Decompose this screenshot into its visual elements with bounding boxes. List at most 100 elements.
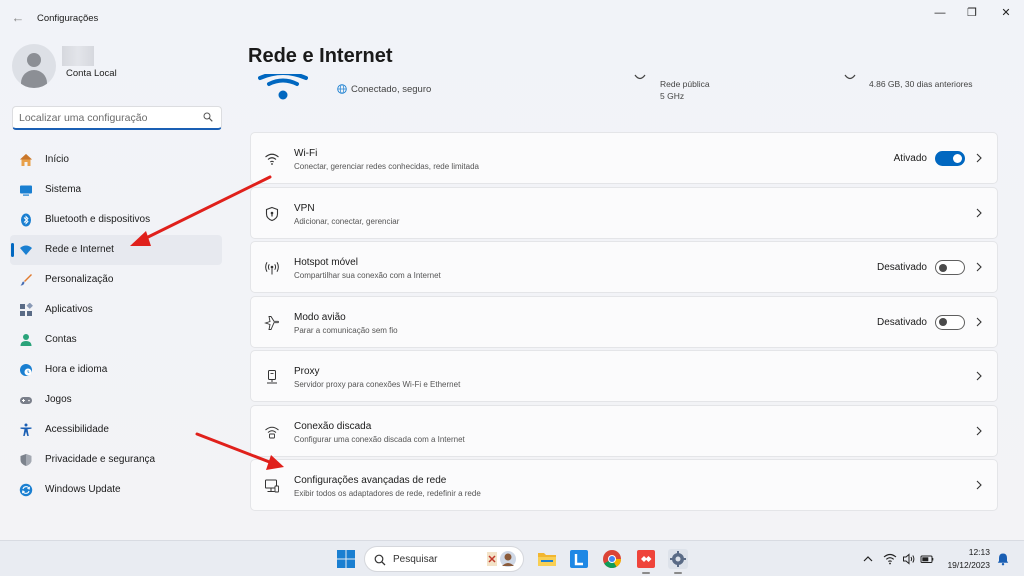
account-name-blurred bbox=[62, 46, 94, 66]
sidebar-item-personalizacao[interactable]: Personalização bbox=[10, 265, 222, 295]
sidebar-item-sistema[interactable]: Sistema bbox=[10, 175, 222, 205]
notification-bell-icon[interactable] bbox=[996, 552, 1010, 566]
gamepad-icon bbox=[20, 397, 32, 404]
sidebar-item-label: Rede e Internet bbox=[45, 244, 114, 255]
taskbar-search[interactable]: Pesquisar bbox=[364, 546, 524, 572]
sidebar-item-inicio[interactable]: Início bbox=[10, 145, 222, 175]
card-proxy[interactable]: Proxy Servidor proxy para conexões Wi-Fi… bbox=[250, 350, 998, 402]
proxy-icon bbox=[267, 370, 277, 384]
active-app-indicator bbox=[642, 572, 650, 574]
card-subtitle: Conectar, gerenciar redes conhecidas, re… bbox=[294, 162, 479, 171]
card-dialup[interactable]: Conexão discada Configurar uma conexão d… bbox=[250, 404, 998, 457]
card-subtitle: Adicionar, conectar, gerenciar bbox=[294, 216, 400, 226]
data-usage: 4.86 GB, 30 dias anteriores bbox=[869, 79, 973, 89]
settings-gear-icon[interactable] bbox=[668, 549, 688, 569]
search-highlight-icon bbox=[487, 551, 516, 567]
wifi-icon bbox=[265, 153, 279, 165]
sidebar-item-privacidade[interactable]: Privacidade e segurança bbox=[10, 445, 222, 475]
chrome-icon[interactable] bbox=[602, 549, 622, 569]
sidebar-item-label: Sistema bbox=[45, 184, 82, 195]
avatar[interactable] bbox=[12, 44, 56, 88]
sidebar-item-contas[interactable]: Contas bbox=[10, 325, 222, 355]
card-wifi[interactable]: Wi-Fi Conectar, gerenciar redes conhecid… bbox=[250, 132, 998, 184]
card-title: VPN bbox=[294, 202, 315, 214]
card-title: Modo avião bbox=[294, 311, 346, 323]
chevron-right-icon bbox=[976, 371, 982, 381]
sidebar-item-label: Bluetooth e dispositivos bbox=[45, 214, 151, 225]
card-subtitle: Parar a comunicação sem fio bbox=[294, 325, 398, 335]
search-icon bbox=[374, 554, 386, 566]
card-title: Proxy bbox=[294, 366, 320, 377]
card-advanced-network[interactable]: Configurações avançadas de rede Exibir t… bbox=[250, 459, 998, 511]
sidebar-item-jogos[interactable]: Jogos bbox=[10, 385, 222, 415]
hotspot-toggle[interactable] bbox=[935, 260, 965, 275]
card-subtitle: Configurar uma conexão discada com a Int… bbox=[294, 434, 465, 444]
toggle-knob bbox=[939, 263, 947, 272]
file-explorer-icon[interactable] bbox=[537, 549, 557, 569]
sidebar-item-windows-update[interactable]: Windows Update bbox=[10, 475, 222, 505]
windows-start-icon[interactable] bbox=[337, 550, 355, 568]
bluetooth-icon bbox=[21, 213, 31, 227]
maximize-button[interactable]: ❐ bbox=[955, 4, 989, 22]
data-usage-icon bbox=[844, 74, 856, 80]
toggle-knob bbox=[953, 154, 962, 163]
chevron-right-icon bbox=[976, 480, 982, 490]
volume-icon[interactable] bbox=[902, 552, 916, 566]
sidebar-item-label: Hora e idioma bbox=[45, 364, 108, 375]
chevron-right-icon bbox=[976, 153, 982, 163]
minimize-button[interactable]: — bbox=[923, 4, 957, 22]
apps-icon bbox=[20, 303, 33, 316]
taskbar-search-label: Pesquisar bbox=[393, 554, 438, 565]
sidebar-item-aplicativos[interactable]: Aplicativos bbox=[10, 295, 222, 325]
settings-cards: Wi-Fi Conectar, gerenciar redes conhecid… bbox=[250, 132, 998, 514]
wifi-status-icon bbox=[258, 74, 308, 100]
search-input[interactable] bbox=[19, 110, 199, 126]
card-title: Hotspot móvel bbox=[294, 257, 358, 268]
avatar-body bbox=[21, 70, 47, 88]
airplane-mode-toggle[interactable] bbox=[935, 314, 965, 330]
chevron-right-icon bbox=[976, 317, 982, 326]
toggle-label: Desativado bbox=[876, 262, 927, 273]
card-vpn[interactable]: VPN Adicionar, conectar, gerenciar bbox=[250, 186, 998, 239]
card-title: Wi-Fi bbox=[294, 148, 318, 159]
toggle-label: Ativado bbox=[893, 153, 927, 164]
dialup-icon bbox=[265, 426, 279, 438]
l-app-icon[interactable] bbox=[569, 549, 589, 569]
wifi-toggle[interactable] bbox=[935, 151, 965, 166]
brush-icon bbox=[20, 274, 32, 286]
airplane-icon bbox=[264, 315, 279, 330]
network-properties-icon bbox=[634, 74, 646, 80]
card-hotspot[interactable]: Hotspot móvel Compartilhar sua conexão c… bbox=[250, 241, 998, 293]
card-subtitle: Servidor proxy para conexões Wi-Fi e Eth… bbox=[294, 380, 461, 389]
sidebar-item-bluetooth[interactable]: Bluetooth e dispositivos bbox=[10, 205, 222, 235]
sidebar-nav: Início Sistema Bluetooth e dispositivos … bbox=[10, 145, 222, 505]
title-bar: ← Configurações — ❐ ✕ bbox=[0, 0, 1024, 36]
clock-date[interactable]: 19/12/2023 bbox=[947, 560, 990, 570]
sidebar-item-acessibilidade[interactable]: Acessibilidade bbox=[10, 415, 222, 445]
sidebar-item-rede-internet[interactable]: Rede e Internet bbox=[10, 235, 222, 265]
card-subtitle: Exibir todos os adaptadores de rede, red… bbox=[294, 489, 481, 498]
card-airplane-mode[interactable]: Modo avião Parar a comunicação sem fio D… bbox=[250, 295, 998, 348]
close-button[interactable]: ✕ bbox=[989, 4, 1023, 22]
search-icon[interactable] bbox=[203, 112, 213, 122]
vpn-shield-icon bbox=[265, 206, 279, 221]
page-title: Rede e Internet bbox=[248, 45, 393, 67]
battery-icon[interactable] bbox=[920, 552, 934, 566]
sidebar-item-label: Windows Update bbox=[45, 484, 121, 495]
clock-time[interactable]: 12:13 bbox=[969, 547, 990, 557]
sidebar-item-hora-idioma[interactable]: Hora e idioma bbox=[10, 355, 222, 385]
update-icon bbox=[19, 483, 33, 497]
card-subtitle: Compartilhar sua conexão com a Internet bbox=[294, 271, 441, 280]
anydesk-icon[interactable] bbox=[636, 549, 656, 569]
network-icon bbox=[20, 245, 32, 255]
connection-status: Conectado, seguro bbox=[351, 84, 432, 95]
search-box[interactable] bbox=[12, 106, 222, 130]
wifi-tray-icon[interactable] bbox=[883, 552, 897, 566]
system-icon bbox=[20, 185, 32, 196]
home-icon bbox=[20, 154, 32, 166]
back-button[interactable]: ← bbox=[10, 10, 26, 26]
sidebar-item-label: Privacidade e segurança bbox=[45, 454, 156, 465]
chevron-up-icon[interactable] bbox=[861, 552, 875, 566]
sidebar-item-label: Personalização bbox=[45, 274, 114, 285]
sidebar-item-label: Contas bbox=[45, 334, 77, 345]
